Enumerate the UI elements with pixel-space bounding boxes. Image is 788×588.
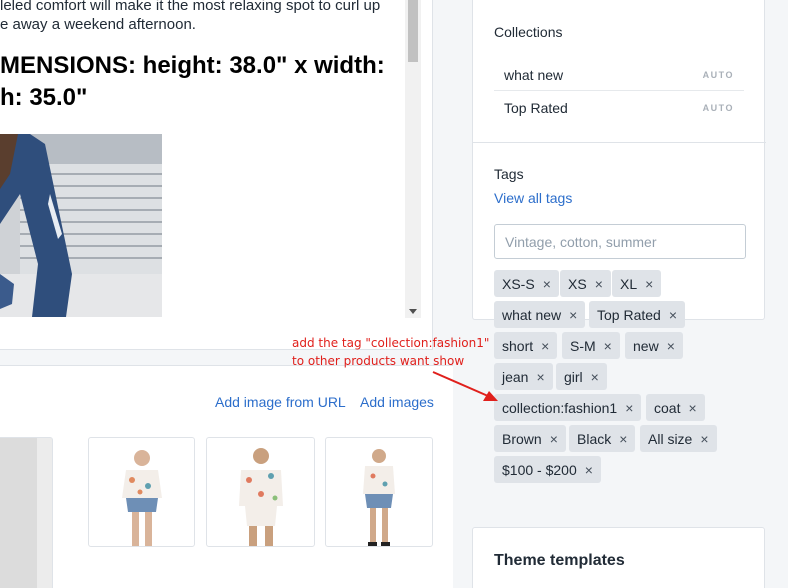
tag-chip: jean × [494, 363, 553, 390]
theme-templates-title: Theme templates [494, 552, 625, 569]
collection-name: what new [504, 67, 564, 83]
remove-tag-icon[interactable]: × [543, 277, 551, 291]
product-image-thumbnail[interactable] [206, 437, 315, 547]
media-card: Add image from URL Add images [0, 365, 453, 588]
tag-chip: $100 - $200 × [494, 456, 601, 483]
tag-chip: Top Rated × [589, 301, 686, 328]
add-images-link[interactable]: Add images [360, 394, 434, 410]
remove-tag-icon[interactable]: × [550, 432, 558, 446]
remove-tag-icon[interactable]: × [669, 308, 677, 322]
remove-tag-icon[interactable]: × [591, 370, 599, 384]
auto-badge: AUTO [702, 70, 734, 80]
remove-tag-icon[interactable]: × [585, 463, 593, 477]
tag-chip: new × [625, 332, 683, 359]
tags-input[interactable] [494, 224, 746, 259]
organization-card: Collections what new AUTO Top Rated AUTO… [472, 0, 766, 483]
tag-chip: All size × [640, 425, 717, 452]
collections-title: Collections [494, 24, 563, 40]
tag-chip: XL × [612, 270, 662, 297]
remove-tag-icon[interactable]: × [569, 308, 577, 322]
remove-tag-icon[interactable]: × [595, 277, 603, 291]
product-image-thumbnail[interactable] [325, 437, 433, 547]
remove-tag-icon[interactable]: × [667, 339, 675, 353]
collection-row-what-new[interactable]: what new AUTO [494, 58, 744, 91]
tags-title: Tags [494, 166, 524, 182]
product-image-thumbnail[interactable] [88, 437, 195, 547]
product-image-thumbnail[interactable] [0, 437, 53, 588]
tag-chip: coat × [646, 394, 705, 421]
remove-tag-icon[interactable]: × [700, 432, 708, 446]
remove-tag-icon[interactable]: × [604, 339, 612, 353]
add-image-from-url-link[interactable]: Add image from URL [215, 394, 346, 410]
collection-name: Top Rated [504, 100, 568, 116]
editor-content[interactable]: leled comfort will make it the most rela… [0, 0, 405, 320]
remove-tag-icon[interactable]: × [619, 432, 627, 446]
section-divider [473, 142, 766, 143]
description-text-line: leled comfort will make it the most rela… [0, 0, 381, 14]
dimensions-heading: MENSIONS: height: 38.0" x width: [0, 52, 385, 79]
scroll-down-arrow-icon[interactable] [409, 309, 417, 314]
description-editor[interactable]: leled comfort will make it the most rela… [0, 0, 433, 350]
remove-tag-icon[interactable]: × [536, 370, 544, 384]
description-product-photo [0, 134, 162, 317]
tag-chip: short × [494, 332, 558, 359]
collection-row-top-rated[interactable]: Top Rated AUTO [494, 91, 744, 124]
annotation-text: add the tag "collection:fashion1" [292, 336, 490, 350]
remove-tag-icon[interactable]: × [625, 401, 633, 415]
remove-tag-icon[interactable]: × [688, 401, 696, 415]
description-text-line: e away a weekend afternoon. [0, 16, 196, 33]
remove-tag-icon[interactable]: × [645, 277, 653, 291]
tag-chip-collection-fashion1: collection:fashion1 × [494, 394, 642, 421]
view-all-tags-link[interactable]: View all tags [494, 190, 572, 206]
remove-tag-icon[interactable]: × [541, 339, 549, 353]
auto-badge: AUTO [702, 103, 734, 113]
tag-chip: XS × [560, 270, 611, 297]
tag-chip: girl × [556, 363, 607, 390]
tag-chip: S-M × [562, 332, 620, 359]
tag-chip: XS-S × [494, 270, 559, 297]
tag-chip: Black × [569, 425, 636, 452]
tag-chip: Brown × [494, 425, 566, 452]
editor-scrollbar[interactable] [405, 0, 421, 318]
scrollbar-thumb[interactable] [408, 0, 418, 62]
annotation-text: to other products want show [292, 354, 465, 368]
theme-templates-card: Theme templates [472, 527, 765, 588]
tag-chip: what new × [494, 301, 586, 328]
dimensions-heading: h: 35.0" [0, 84, 88, 111]
